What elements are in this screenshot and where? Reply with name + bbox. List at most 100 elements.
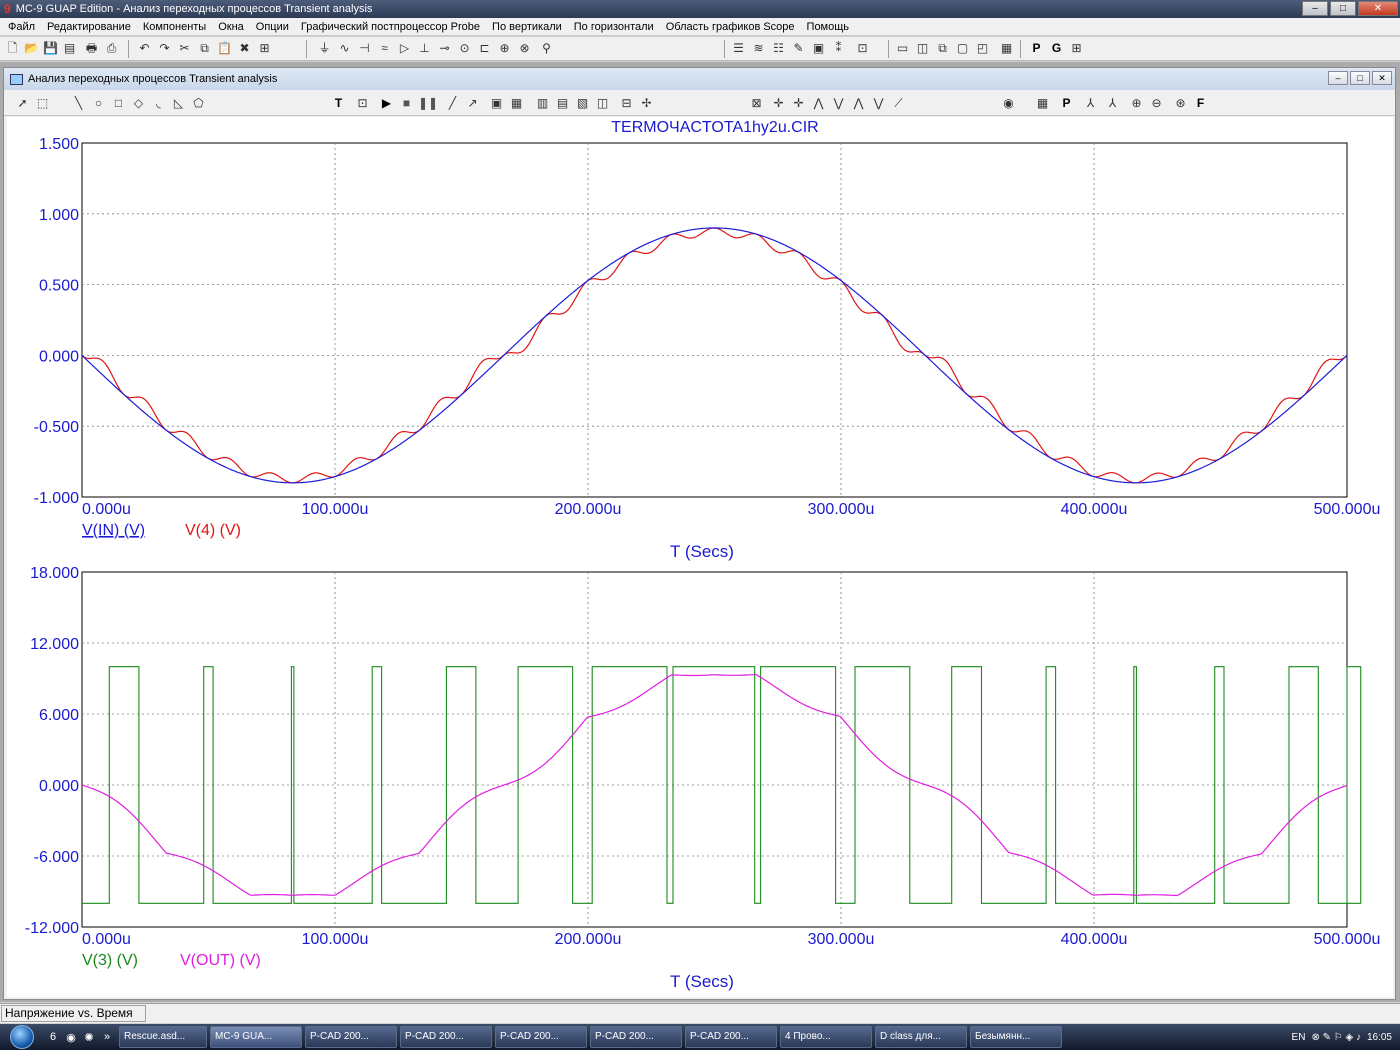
junction-icon[interactable]: ⊗ — [516, 40, 533, 57]
run-icon[interactable]: ▶ — [378, 95, 395, 112]
hide-x-icon[interactable]: ⅄ — [1104, 95, 1121, 112]
p-label-icon[interactable]: P — [1058, 95, 1075, 112]
menu-components[interactable]: Компоненты — [137, 21, 212, 33]
task-pcad-1[interactable]: P-CAD 200... — [305, 1026, 397, 1048]
language-indicator[interactable]: EN — [1292, 1032, 1306, 1043]
tracker-icon[interactable]: ▧ — [574, 95, 591, 112]
maximize-button[interactable]: □ — [1330, 1, 1356, 16]
high-icon[interactable]: ⋀ — [850, 95, 867, 112]
cursor-left-icon[interactable]: ✛ — [770, 95, 787, 112]
task-rescue[interactable]: Rescue.asd... — [119, 1026, 207, 1048]
grid-icon[interactable]: ▦ — [508, 95, 525, 112]
quicklaunch-icon-2[interactable]: ◉ — [62, 1031, 80, 1044]
data-points-icon[interactable]: ◫ — [594, 95, 611, 112]
paste-icon[interactable]: 📋 — [216, 40, 233, 57]
low-icon[interactable]: ⋁ — [870, 95, 887, 112]
p-button-icon[interactable]: P — [1028, 40, 1045, 57]
task-untitled[interactable]: Безымянн... — [970, 1026, 1062, 1048]
transistor-icon[interactable]: ⊸ — [436, 40, 453, 57]
globe-icon[interactable]: ⊛ — [1172, 95, 1189, 112]
values-icon[interactable]: ⁑ — [830, 40, 847, 57]
window-tile-icon[interactable]: ▭ — [894, 40, 911, 57]
text-tool-icon[interactable]: T — [330, 95, 347, 112]
cursor-right-icon[interactable]: ✛ — [790, 95, 807, 112]
grid-button-icon[interactable]: ⊞ — [1068, 40, 1085, 57]
save-all-icon[interactable]: ▤ — [61, 40, 78, 57]
task-pcad-2[interactable]: P-CAD 200... — [400, 1026, 492, 1048]
task-pcad-5[interactable]: P-CAD 200... — [685, 1026, 777, 1048]
new-file-icon[interactable]: 🗋 — [4, 40, 21, 57]
wave-icon[interactable]: ≋ — [750, 40, 767, 57]
window-split-icon[interactable]: ◫ — [914, 40, 931, 57]
task-dclass[interactable]: D class для... — [875, 1026, 967, 1048]
color-picker-icon[interactable]: ◉ — [1000, 95, 1017, 112]
print-icon[interactable]: 🖶 — [83, 40, 100, 57]
capacitor-icon[interactable]: ⊣ — [356, 40, 373, 57]
bold-grid-icon[interactable]: ▥ — [534, 95, 551, 112]
task-pcad-3[interactable]: P-CAD 200... — [495, 1026, 587, 1048]
select-all-icon[interactable]: ⊞ — [256, 40, 273, 57]
source-icon[interactable]: ⊙ — [456, 40, 473, 57]
next-valley-icon[interactable]: ⋁ — [830, 95, 847, 112]
open-file-icon[interactable]: 📂 — [23, 40, 40, 57]
pause-icon[interactable]: ❚❚ — [418, 95, 438, 112]
node-icon[interactable]: ⊕ — [496, 40, 513, 57]
diode-icon[interactable]: ▷ — [396, 40, 413, 57]
quicklaunch-icon-3[interactable]: ✺ — [80, 1031, 98, 1044]
task-wires[interactable]: 4 Прово... — [780, 1026, 872, 1048]
quicklaunch-icon-1[interactable]: 6 — [44, 1031, 62, 1043]
menu-file[interactable]: Файл — [2, 21, 41, 33]
clock[interactable]: 16:05 — [1367, 1032, 1392, 1043]
component-list-icon[interactable]: ☷ — [770, 40, 787, 57]
cut-icon[interactable]: ✂ — [176, 40, 193, 57]
pin-icon[interactable]: ✎ — [790, 40, 807, 57]
menu-edit[interactable]: Редактирование — [41, 21, 137, 33]
probe-icon[interactable]: ⚲ — [538, 40, 555, 57]
list-icon[interactable]: ☰ — [730, 40, 747, 57]
line-tool-icon[interactable]: ╲ — [70, 95, 87, 112]
next-peak-icon[interactable]: ⋀ — [810, 95, 827, 112]
rectangle-tool-icon[interactable]: □ — [110, 95, 127, 112]
redo-icon[interactable]: ↷ — [156, 40, 173, 57]
inductor-icon[interactable]: ≈ — [376, 40, 393, 57]
zoom-out-icon[interactable]: ⊖ — [1148, 95, 1165, 112]
hide-y-icon[interactable]: ⅄ — [1082, 95, 1099, 112]
menu-options[interactable]: Опции — [250, 21, 295, 33]
task-mc9[interactable]: MC-9 GUA... — [210, 1026, 302, 1048]
shape-select-icon[interactable]: ⬚ — [34, 95, 51, 112]
task-pcad-4[interactable]: P-CAD 200... — [590, 1026, 682, 1048]
zoom-in-icon[interactable]: ⊕ — [1128, 95, 1145, 112]
g-button-icon[interactable]: G — [1048, 40, 1065, 57]
child-close-button[interactable]: ✕ — [1372, 71, 1392, 85]
child-minimize-button[interactable]: – — [1328, 71, 1348, 85]
minor-grid-icon[interactable]: ▤ — [554, 95, 571, 112]
copy-icon[interactable]: ⧉ — [196, 40, 213, 57]
start-button[interactable] — [0, 1024, 44, 1050]
calculator-icon[interactable]: ▦ — [998, 40, 1015, 57]
properties-icon[interactable]: ⊡ — [354, 95, 371, 112]
menu-windows[interactable]: Окна — [212, 21, 250, 33]
tray-icons[interactable]: ⊗ ✎ ⚐ ◈ ♪ — [1311, 1032, 1361, 1043]
resistor-icon[interactable]: ∿ — [336, 40, 353, 57]
close-button[interactable]: ✕ — [1358, 1, 1398, 16]
window-cascade-icon[interactable]: ⧉ — [934, 40, 951, 57]
save-icon[interactable]: 💾 — [42, 40, 59, 57]
minimize-button[interactable]: – — [1302, 1, 1328, 16]
window-float-icon[interactable]: ◰ — [974, 40, 991, 57]
diamond-tool-icon[interactable]: ◇ — [130, 95, 147, 112]
print-preview-icon[interactable]: ⎙ — [103, 40, 120, 57]
table-icon[interactable]: ▦ — [1034, 95, 1051, 112]
undo-icon[interactable]: ↶ — [136, 40, 153, 57]
menu-vertical[interactable]: По вертикали — [486, 21, 568, 33]
window-single-icon[interactable]: ▢ — [954, 40, 971, 57]
plot-area[interactable]: TERMOЧACTOTA1hy2u.CIR 1.500 1.000 0.500 0.0… — [7, 117, 1393, 997]
menu-help[interactable]: Помощь — [801, 21, 856, 33]
inflection-icon[interactable]: ⟋ — [890, 95, 907, 112]
draw-line-icon[interactable]: ╱ — [444, 95, 461, 112]
draw-arrow-icon[interactable]: ↗ — [464, 95, 481, 112]
stop-icon[interactable]: ■ — [398, 95, 415, 112]
battery-icon[interactable]: ⊥ — [416, 40, 433, 57]
delete-icon[interactable]: ✖ — [236, 40, 253, 57]
token-icon[interactable]: ⊟ — [618, 95, 635, 112]
analysis-icon[interactable]: ⊡ — [854, 40, 871, 57]
